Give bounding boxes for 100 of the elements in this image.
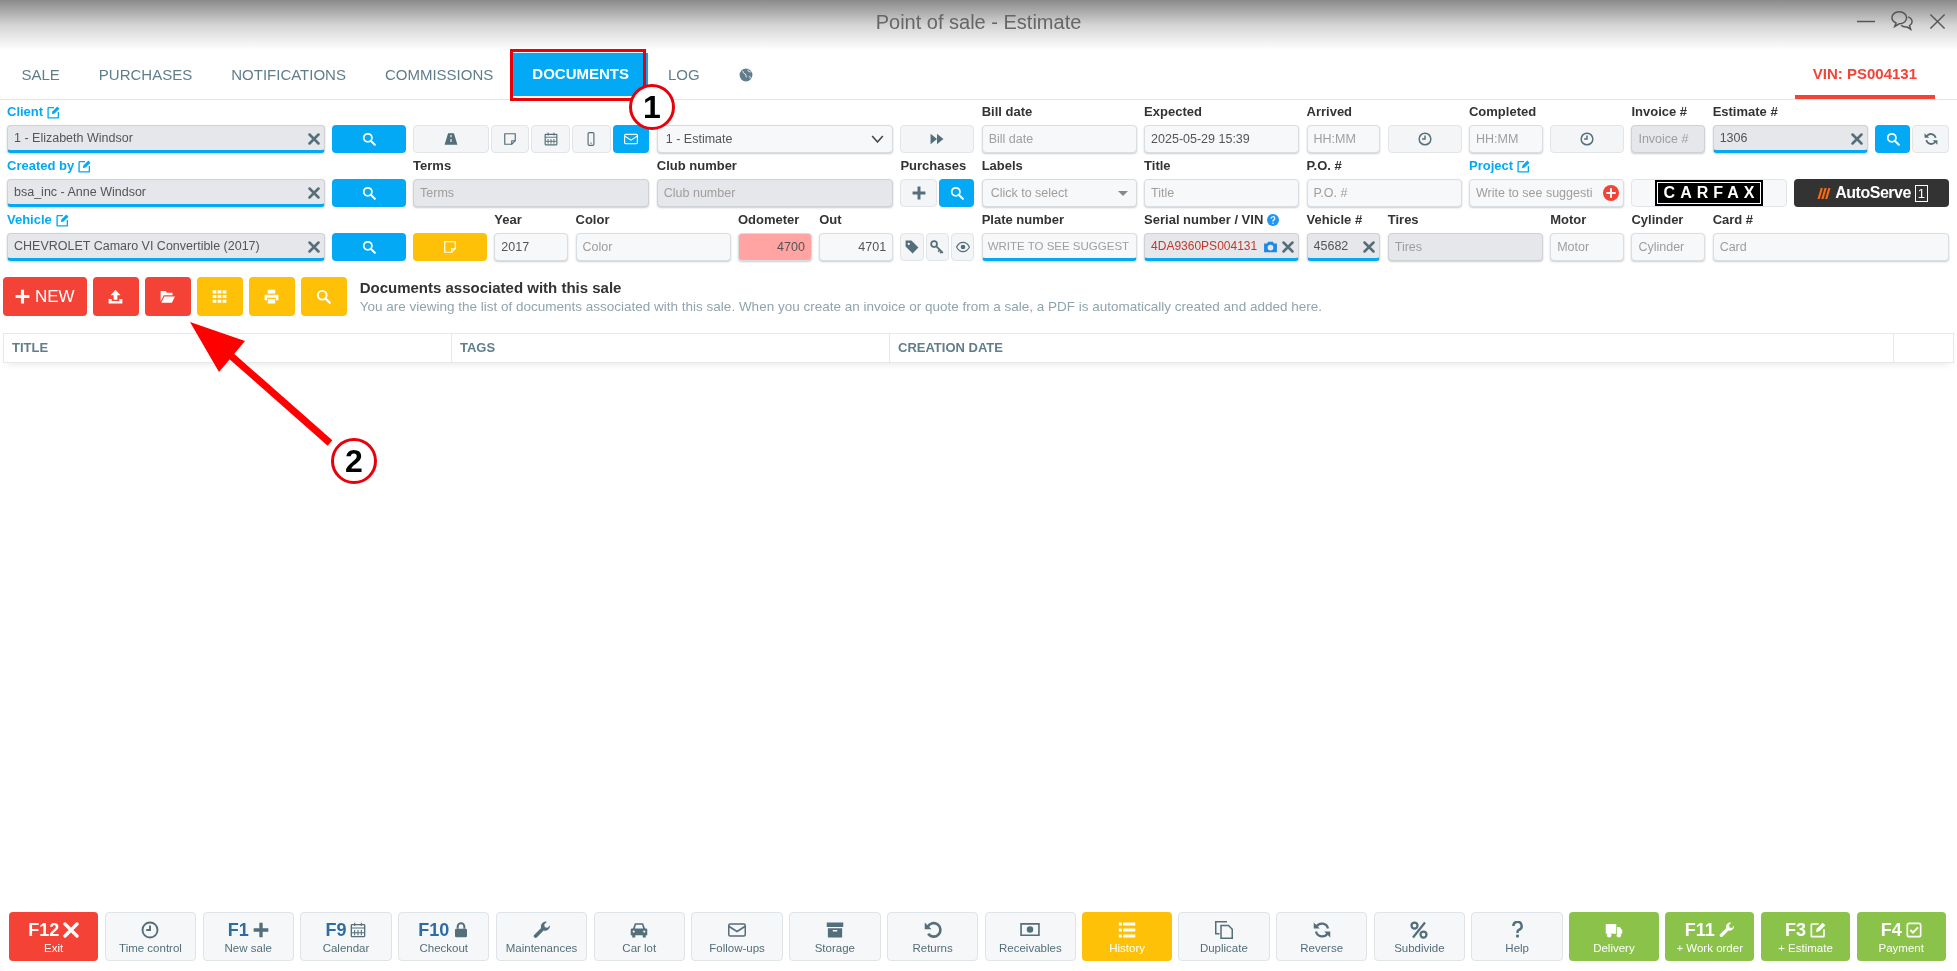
reverse-button[interactable]: Reverse <box>1275 912 1368 961</box>
tab[interactable]: DOCUMENTS <box>512 53 649 96</box>
fast-forward-icon <box>930 132 945 146</box>
field-label: Purchases <box>900 157 967 176</box>
globe-tab[interactable] <box>738 67 753 82</box>
close-icon[interactable] <box>1929 12 1946 30</box>
out-field[interactable]: 4701 <box>819 233 894 261</box>
fast-forward-button[interactable] <box>900 125 975 153</box>
tab[interactable]: COMMISSIONS <box>384 66 494 83</box>
tag-button[interactable] <box>900 233 924 261</box>
document-type-select[interactable]: 1 - Estimate <box>656 125 894 153</box>
completed-field[interactable]: HH:MM <box>1468 125 1543 153</box>
field-label: Odometer <box>738 211 800 230</box>
color-field[interactable]: Color <box>575 233 731 261</box>
receivables-button[interactable]: Receivables <box>984 912 1077 961</box>
duplicate-button[interactable]: Duplicate <box>1178 912 1270 961</box>
column-header[interactable]: TAGS <box>452 334 890 362</box>
edit-icon[interactable] <box>1517 159 1531 173</box>
new-sale-button[interactable]: F1 New sale <box>202 912 294 961</box>
field-label[interactable]: Project <box>1468 156 1514 176</box>
wrench-icon <box>1718 921 1735 938</box>
printer-icon <box>264 289 280 304</box>
road-button[interactable] <box>413 125 489 153</box>
subdivide-button[interactable]: Subdivide <box>1373 912 1466 961</box>
edit-icon[interactable] <box>47 105 61 119</box>
maintenances-button[interactable]: Maintenances <box>495 912 588 961</box>
search-button[interactable] <box>331 233 406 261</box>
bill-date-field[interactable]: Bill date <box>981 125 1137 153</box>
logo-button[interactable]: CARFAX <box>1631 179 1787 207</box>
expected-field[interactable]: 2025-05-29 15:39 <box>1144 125 1300 153</box>
camera-icon[interactable] <box>1263 240 1279 254</box>
edit-icon[interactable] <box>55 213 69 227</box>
tab[interactable]: SALE <box>21 66 60 83</box>
checkout-button[interactable]: F10 Checkout <box>398 912 490 961</box>
clock-icon <box>1580 132 1595 146</box>
search-button[interactable] <box>331 179 406 207</box>
follow-ups-button[interactable]: Follow-ups <box>691 912 783 961</box>
phone-button[interactable] <box>572 125 611 153</box>
field-label: Title <box>1144 157 1171 176</box>
minimize-icon[interactable] <box>1857 19 1875 23</box>
plate-number-field[interactable]: WRITE TO SEE SUGGEST <box>981 233 1137 261</box>
clock-button[interactable] <box>1387 125 1462 153</box>
key-icon <box>930 240 945 254</box>
new-button[interactable]: NEW <box>3 277 87 316</box>
banknote-icon <box>1020 923 1041 936</box>
logo-button[interactable]: AutoServe 1 <box>1793 179 1949 207</box>
logo: CARFAX <box>1656 182 1762 204</box>
add-button[interactable] <box>900 179 938 207</box>
cylinder-field[interactable]: Cylinder <box>1631 233 1706 261</box>
title-field[interactable]: Title <box>1144 179 1300 207</box>
tab[interactable]: PURCHASES <box>98 66 193 83</box>
search-icon <box>361 186 376 200</box>
plus-circle-icon[interactable] <box>1603 185 1620 201</box>
labels-select[interactable]: Click to select <box>981 179 1137 207</box>
search-button[interactable] <box>939 179 975 207</box>
calendar-button[interactable]: F9 Calendar <box>300 912 392 961</box>
upload-button[interactable] <box>92 277 139 316</box>
search-button[interactable] <box>331 125 406 153</box>
tab[interactable]: LOG <box>667 66 700 83</box>
folder-button[interactable] <box>144 277 191 316</box>
help-icon[interactable] <box>1267 214 1280 226</box>
email-button[interactable] <box>612 125 650 153</box>
time-control-button[interactable]: Time control <box>104 912 197 961</box>
plus-icon <box>911 186 926 200</box>
card-number-field[interactable]: Card <box>1712 233 1949 261</box>
step-number: 2 <box>331 438 377 484</box>
car-lot-button[interactable]: Car lot <box>593 912 685 961</box>
view-button[interactable] <box>951 233 975 261</box>
clock-icon <box>1417 132 1432 146</box>
calendar-button[interactable] <box>531 125 570 153</box>
caret-down-icon <box>1117 190 1128 196</box>
search-icon <box>361 132 376 146</box>
exit-button[interactable]: F12 Exit <box>9 912 99 961</box>
clock-button[interactable] <box>1550 125 1625 153</box>
clock-icon <box>141 920 160 939</box>
chat-icon[interactable] <box>1891 10 1913 32</box>
tab[interactable]: NOTIFICATIONS <box>231 66 346 83</box>
returns-button[interactable]: Returns <box>886 912 979 961</box>
storage-button[interactable]: Storage <box>789 912 881 961</box>
edit-icon[interactable] <box>78 159 92 173</box>
notes-button[interactable] <box>490 125 530 153</box>
project-field[interactable]: Write to see suggesti <box>1468 179 1625 207</box>
help-button[interactable]: Help <box>1471 912 1563 961</box>
edit-icon <box>1809 921 1826 938</box>
odometer-field[interactable]: 4700 <box>738 233 812 261</box>
arrived-field[interactable]: HH:MM <box>1306 125 1381 153</box>
calendar-icon <box>543 132 558 146</box>
field-label: Plate number <box>981 211 1064 230</box>
plus-icon <box>252 921 269 938</box>
refresh-button[interactable] <box>1912 125 1949 153</box>
search-button[interactable] <box>1875 125 1911 153</box>
field-label: Estimate # <box>1712 103 1778 122</box>
undo-icon <box>923 920 942 939</box>
motor-field[interactable]: Motor <box>1550 233 1625 261</box>
po-number-field[interactable]: P.O. # <box>1306 179 1462 207</box>
vin-tab[interactable]: VIN: PS004131 <box>1794 50 1935 99</box>
key-button[interactable] <box>925 233 950 261</box>
year-field[interactable]: 2017 <box>494 233 569 261</box>
field-label: Vehicle # <box>1306 211 1363 230</box>
column-header[interactable]: CREATION DATE <box>890 334 1894 362</box>
